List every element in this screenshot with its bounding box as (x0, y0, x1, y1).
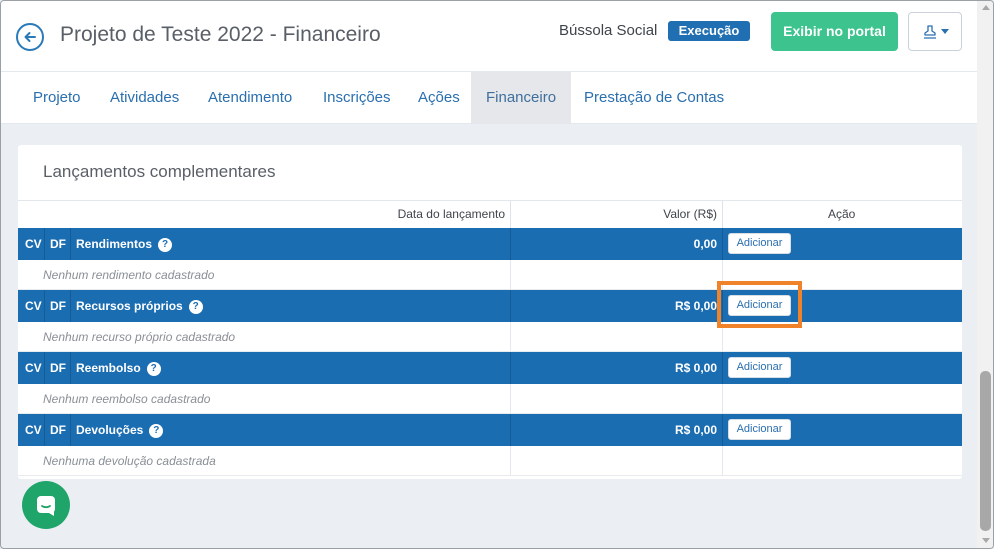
section-label: Recursos próprios? (76, 290, 203, 322)
df-cell: DF (50, 361, 66, 375)
empty-message: Nenhuma devolução cadastrada (43, 454, 216, 468)
empty-message: Nenhum reembolso cadastrado (43, 392, 211, 406)
caret-down-icon (940, 29, 949, 34)
column-divider (510, 322, 511, 351)
column-divider (70, 290, 71, 322)
tab-acoes[interactable]: Ações (418, 72, 460, 123)
column-divider (722, 414, 723, 446)
section-value: 0,00 (693, 237, 717, 251)
column-divider (510, 201, 511, 228)
cv-cell: CV (25, 361, 42, 375)
section-name: Devoluções (76, 423, 144, 437)
column-divider (722, 228, 723, 260)
column-divider (510, 352, 511, 384)
df-cell: DF (50, 237, 66, 251)
section-label: Reembolso? (76, 352, 161, 384)
export-dropdown-button[interactable] (908, 12, 962, 51)
tab-financeiro[interactable]: Financeiro (471, 72, 572, 123)
tab-atendimento[interactable]: Atendimento (208, 72, 292, 123)
section-row-devolucoes: CV DF Devoluções? R$ 0,00 Adicionar (18, 414, 962, 446)
column-divider (70, 352, 71, 384)
table-header: Data do lançamento Valor (R$) Ação (18, 201, 962, 228)
column-divider (44, 414, 45, 446)
organization-name: Bússola Social (559, 22, 658, 39)
column-divider (510, 414, 511, 446)
df-cell: DF (50, 299, 66, 313)
tab-prestacao-de-contas[interactable]: Prestação de Contas (584, 72, 724, 123)
vertical-scrollbar[interactable] (977, 1, 993, 548)
section-name: Reembolso (76, 361, 141, 375)
tab-bar: Projeto Atividades Atendimento Inscriçõe… (1, 72, 977, 124)
card-title: Lançamentos complementares (43, 162, 276, 181)
column-header-date: Data do lançamento (397, 207, 505, 221)
section-name: Rendimentos (76, 237, 153, 251)
tab-inscricoes[interactable]: Inscrições (323, 72, 391, 123)
df-cell: DF (50, 423, 66, 437)
arrow-left-icon (24, 32, 36, 42)
section-row-recursos-proprios: CV DF Recursos próprios? R$ 0,00 Adicion… (18, 290, 962, 322)
help-icon[interactable]: ? (149, 423, 164, 438)
tab-atividades[interactable]: Atividades (110, 72, 179, 123)
cv-cell: CV (25, 423, 42, 437)
tab-projeto[interactable]: Projeto (33, 72, 81, 123)
scroll-down-icon[interactable] (982, 538, 990, 543)
column-header-action: Ação (828, 207, 856, 221)
section-row-rendimentos: CV DF Rendimentos? 0,00 Adicionar (18, 228, 962, 260)
help-icon[interactable]: ? (158, 237, 173, 252)
column-divider (722, 384, 723, 413)
empty-row: Nenhum reembolso cadastrado (18, 384, 962, 414)
empty-message: Nenhum rendimento cadastrado (43, 268, 215, 282)
add-button[interactable]: Adicionar (728, 295, 791, 316)
add-button[interactable]: Adicionar (728, 419, 791, 440)
cv-cell: CV (25, 299, 42, 313)
column-divider (44, 352, 45, 384)
column-divider (44, 228, 45, 260)
column-divider (722, 322, 723, 351)
section-value: R$ 0,00 (674, 299, 717, 313)
scroll-thumb[interactable] (980, 371, 991, 531)
chat-button[interactable] (22, 481, 70, 529)
back-button[interactable] (16, 23, 44, 51)
column-divider (510, 384, 511, 413)
column-divider (510, 228, 511, 260)
complementary-entries-card: Lançamentos complementares Data do lança… (18, 145, 962, 479)
status-badge: Execução (668, 21, 750, 41)
add-button[interactable]: Adicionar (728, 233, 791, 254)
column-divider (510, 290, 511, 322)
column-header-value: Valor (R$) (663, 207, 717, 221)
cv-cell: CV (25, 237, 42, 251)
stamp-icon (923, 24, 936, 39)
column-divider (722, 260, 723, 289)
chat-icon (37, 496, 55, 516)
empty-row: Nenhum rendimento cadastrado (18, 260, 962, 290)
section-value: R$ 0,00 (674, 423, 717, 437)
empty-row: Nenhuma devolução cadastrada (18, 446, 962, 476)
empty-row: Nenhum recurso próprio cadastrado (18, 322, 962, 352)
column-divider (44, 290, 45, 322)
add-button[interactable]: Adicionar (728, 357, 791, 378)
column-divider (70, 414, 71, 446)
empty-message: Nenhum recurso próprio cadastrado (43, 330, 236, 344)
help-icon[interactable]: ? (188, 299, 203, 314)
column-divider (722, 290, 723, 322)
page-title: Projeto de Teste 2022 - Financeiro (60, 23, 381, 46)
section-label: Rendimentos? (76, 228, 173, 260)
section-label: Devoluções? (76, 414, 164, 446)
column-divider (70, 228, 71, 260)
column-divider (722, 352, 723, 384)
section-row-reembolso: CV DF Reembolso? R$ 0,00 Adicionar (18, 352, 962, 384)
column-divider (510, 260, 511, 289)
page-header: Projeto de Teste 2022 - Financeiro Bússo… (1, 1, 977, 72)
column-divider (510, 446, 511, 475)
column-divider (722, 446, 723, 475)
section-value: R$ 0,00 (674, 361, 717, 375)
help-icon[interactable]: ? (146, 361, 161, 376)
scroll-up-icon[interactable] (982, 5, 990, 10)
column-divider (722, 201, 723, 228)
view-in-portal-button[interactable]: Exibir no portal (771, 12, 898, 51)
app-window: Projeto de Teste 2022 - Financeiro Bússo… (0, 0, 994, 549)
section-name: Recursos próprios (76, 299, 183, 313)
